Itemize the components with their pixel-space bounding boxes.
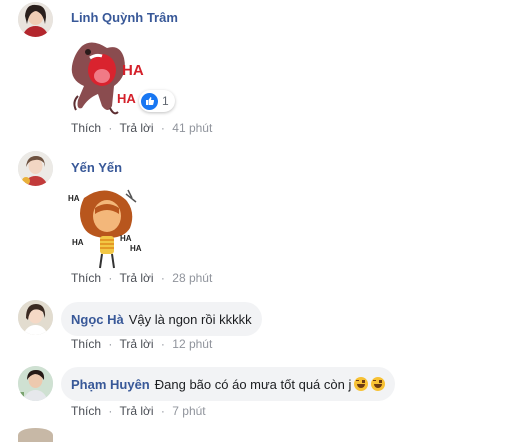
rolling-laugh-emoji: [354, 377, 369, 391]
sticker-text-ha: HA: [68, 194, 80, 203]
reaction-count[interactable]: 1: [139, 90, 175, 112]
comment-bubble: Ngọc Hà Vậy là ngon rồi kkkkk: [61, 302, 262, 336]
separator: ·: [108, 404, 113, 418]
like-button[interactable]: Thích: [71, 271, 101, 285]
comment-time[interactable]: 28 phút: [172, 271, 212, 285]
comment-time[interactable]: 12 phút: [172, 337, 212, 351]
commenter-name[interactable]: Ngọc Hà: [71, 312, 124, 327]
commenter-name[interactable]: Phạm Huyên: [71, 377, 150, 392]
comment-text: Đang bão có áo mưa tốt quá còn j: [154, 376, 352, 392]
reply-button[interactable]: Trả lời: [119, 271, 153, 285]
comment-actions: Thích · Trả lời · 28 phút: [71, 271, 212, 285]
comment-actions: Thích · Trả lời · 12 phút: [71, 337, 212, 351]
reply-button[interactable]: Trả lời: [119, 121, 153, 135]
like-button[interactable]: Thích: [71, 404, 101, 418]
sticker-text-ha: HA: [72, 238, 84, 247]
reply-button[interactable]: Trả lời: [119, 337, 153, 351]
haha-girl-sticker: HA HA HA HA: [64, 186, 154, 270]
like-icon: [141, 92, 158, 110]
reaction-count-label: 1: [162, 94, 169, 108]
separator: ·: [160, 337, 165, 351]
avatar[interactable]: [18, 151, 53, 186]
comment-actions: Thích · Trả lời · 41 phút: [71, 121, 212, 135]
separator: ·: [108, 337, 113, 351]
separator: ·: [160, 121, 165, 135]
avatar[interactable]: [18, 428, 53, 442]
comment-text: Vậy là ngon rồi kkkkk: [128, 311, 252, 327]
comment-time[interactable]: 41 phút: [172, 121, 212, 135]
sticker-text-ha: HA: [117, 91, 136, 106]
rolling-laugh-emoji: [371, 377, 386, 391]
sticker-text-ha: HA: [122, 62, 144, 79]
commenter-name[interactable]: Yến Yến: [71, 160, 122, 175]
sticker-text-ha: HA: [120, 234, 132, 243]
reply-button[interactable]: Trả lời: [119, 404, 153, 418]
comment-time[interactable]: 7 phút: [172, 404, 205, 418]
avatar[interactable]: [18, 366, 53, 401]
separator: ·: [108, 121, 113, 135]
separator: ·: [160, 404, 165, 418]
separator: ·: [160, 271, 165, 285]
commenter-name[interactable]: Linh Quỳnh Trâm: [71, 10, 178, 25]
avatar[interactable]: [18, 2, 53, 37]
like-button[interactable]: Thích: [71, 121, 101, 135]
separator: ·: [108, 271, 113, 285]
comment-actions: Thích · Trả lời · 7 phút: [71, 404, 206, 418]
like-button[interactable]: Thích: [71, 337, 101, 351]
comment-bubble: Phạm Huyên Đang bão có áo mưa tốt quá cò…: [61, 367, 396, 401]
sticker-text-ha: HA: [130, 244, 142, 253]
avatar[interactable]: [18, 300, 53, 335]
